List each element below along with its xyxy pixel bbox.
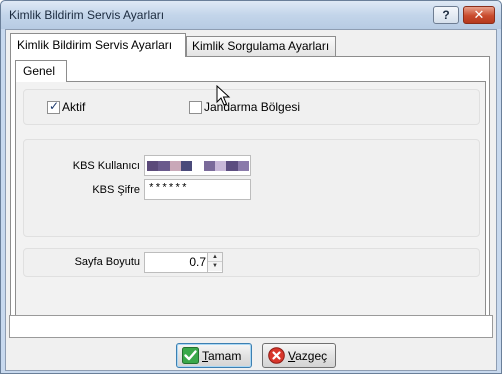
masked-block: [214, 161, 227, 171]
spinner-up-icon[interactable]: ▲: [208, 253, 222, 262]
vazgec-button[interactable]: Vazgeç: [262, 343, 336, 368]
checkmark-icon: [182, 347, 199, 364]
status-bar: [9, 315, 493, 338]
kbs-sifre-label: KBS Şifre: [92, 184, 140, 196]
sayfa-boyutu-label: Sayfa Boyutu: [74, 256, 140, 268]
masked-block: [226, 161, 238, 171]
masked-block: [180, 161, 193, 171]
masked-block: [203, 161, 215, 171]
jandarma-checkbox[interactable]: [189, 101, 202, 114]
masked-username: [147, 161, 249, 171]
title-bar[interactable]: Kimlik Bildirim Servis Ayarları ? ✕: [1, 1, 501, 29]
close-button[interactable]: ✕: [463, 6, 495, 24]
spinner-buttons: ▲ ▼: [207, 253, 222, 272]
genel-panel: Aktif Jandarma Bölgesi KBS Kullanıcı KBS…: [15, 81, 486, 324]
mouse-cursor-icon: [216, 85, 231, 106]
tamam-label: Tamam: [202, 349, 242, 363]
masked-block: [158, 161, 170, 171]
dialog-window: Kimlik Bildirim Servis Ayarları ? ✕ Kiml…: [0, 0, 502, 374]
sayfa-boyutu-value: 0.7: [189, 255, 206, 269]
vazgec-label: Vazgeç: [288, 349, 328, 363]
tab-kimlik-bildirim[interactable]: Kimlik Bildirim Servis Ayarları: [10, 33, 186, 57]
kbs-kullanici-input[interactable]: [144, 155, 251, 176]
help-button[interactable]: ?: [433, 6, 459, 24]
page-size-group: Sayfa Boyutu 0.7 ▲ ▼: [23, 248, 480, 277]
tamam-button[interactable]: Tamam: [176, 343, 252, 368]
masked-block: [147, 161, 159, 171]
sayfa-boyutu-spinner[interactable]: 0.7 ▲ ▼: [144, 252, 223, 273]
masked-block: [169, 161, 181, 171]
aktif-checkbox[interactable]: [47, 99, 60, 114]
tab-kimlik-sorgulama[interactable]: Kimlik Sorgulama Ayarları: [186, 36, 336, 56]
masked-block: [192, 161, 204, 171]
kbs-kullanici-label: KBS Kullanıcı: [72, 160, 140, 172]
kbs-sifre-input[interactable]: ******: [144, 179, 251, 200]
dialog-client-area: Kimlik Bildirim Servis Ayarları Kimlik S…: [5, 29, 497, 371]
options-group: Aktif Jandarma Bölgesi: [23, 89, 480, 125]
aktif-label[interactable]: Aktif: [62, 100, 85, 114]
password-value: ******: [148, 183, 188, 195]
cancel-icon: [268, 347, 285, 364]
tab-genel[interactable]: Genel: [15, 60, 67, 82]
spinner-down-icon[interactable]: ▼: [208, 262, 222, 271]
window-title: Kimlik Bildirim Servis Ayarları: [9, 8, 165, 22]
credentials-group: KBS Kullanıcı KBS Şifre ******: [23, 139, 480, 237]
masked-block: [237, 161, 249, 171]
